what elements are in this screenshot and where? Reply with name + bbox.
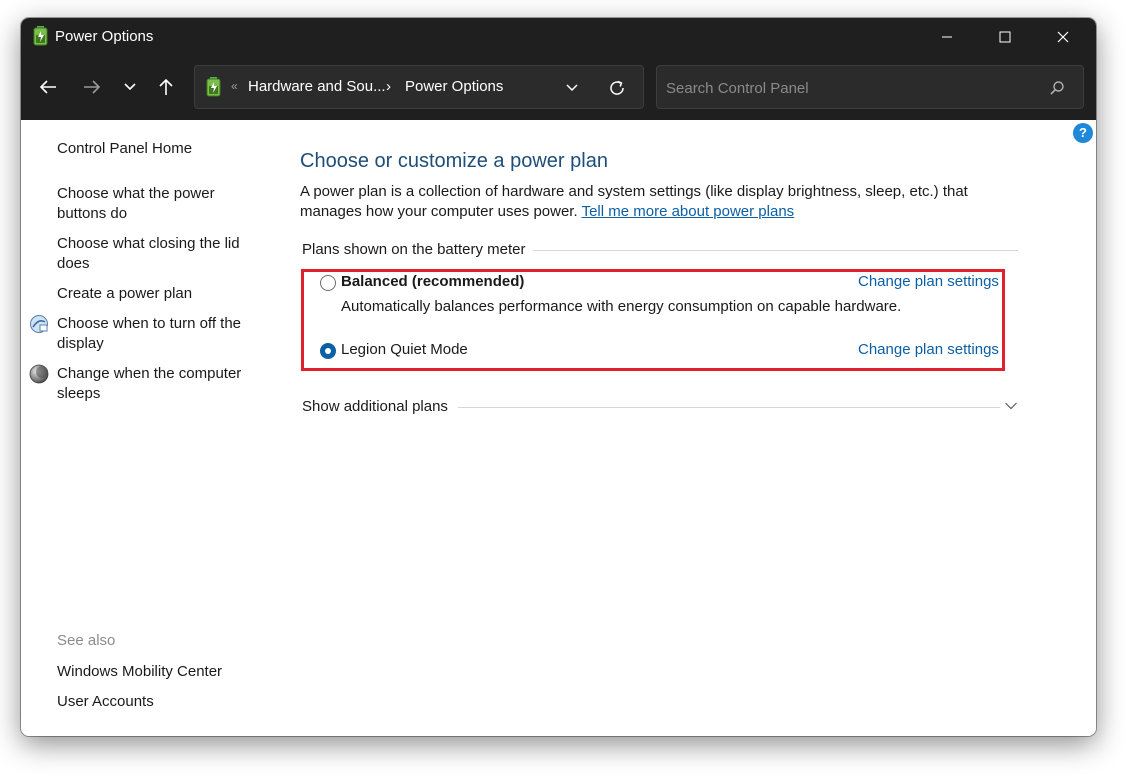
minimize-button[interactable]	[918, 18, 976, 55]
maximize-button[interactable]	[976, 18, 1034, 55]
maximize-icon	[999, 31, 1011, 42]
battery-app-icon	[33, 26, 48, 46]
display-power-icon	[30, 315, 48, 333]
plan-description-balanced: Automatically balances performance with …	[341, 298, 902, 315]
sleep-moon-icon	[29, 364, 49, 384]
plan-radio-legion-quiet[interactable]	[320, 343, 336, 359]
chevron-down-icon	[1005, 402, 1017, 410]
sidebar-item-power-buttons[interactable]: Choose what the power buttons do	[57, 184, 257, 224]
content-area: ? Control Panel Home Choose what the pow…	[21, 120, 1096, 736]
address-overflow-marker[interactable]: «	[231, 79, 238, 93]
change-plan-settings-legion-quiet[interactable]: Change plan settings	[858, 341, 999, 358]
arrow-left-icon	[39, 80, 56, 94]
search-button[interactable]	[1047, 78, 1067, 98]
plan-name-balanced[interactable]: Balanced (recommended)	[341, 273, 524, 290]
breadcrumb-hardware-and-sound[interactable]: Hardware and Sou...	[248, 78, 386, 95]
search-box[interactable]	[656, 65, 1084, 109]
forward-button[interactable]	[76, 71, 108, 103]
see-also-user-accounts[interactable]: User Accounts	[57, 692, 257, 712]
arrow-up-icon	[159, 78, 173, 95]
plan-name-legion-quiet[interactable]: Legion Quiet Mode	[341, 341, 468, 358]
back-button[interactable]	[32, 71, 64, 103]
learn-more-link[interactable]: Tell me more about power plans	[582, 203, 795, 220]
sidebar-item-control-panel-home[interactable]: Control Panel Home	[57, 139, 257, 159]
breadcrumb-power-options[interactable]: Power Options	[405, 78, 503, 95]
sidebar-item-closing-lid[interactable]: Choose what closing the lid does	[57, 234, 257, 274]
window-title: Power Options	[55, 28, 154, 45]
see-also-heading: See also	[57, 632, 116, 649]
sidebar-item-computer-sleeps[interactable]: Change when the computer sleeps	[57, 364, 257, 404]
address-bar[interactable]: « Hardware and Sou... › Power Options	[194, 65, 644, 109]
close-button[interactable]	[1034, 18, 1092, 55]
plans-section-label: Plans shown on the battery meter	[302, 241, 534, 258]
page-description: A power plan is a collection of hardware…	[300, 182, 1000, 222]
change-plan-settings-balanced[interactable]: Change plan settings	[858, 273, 999, 290]
title-bar: Power Options	[21, 18, 1096, 55]
show-additional-plans-label[interactable]: Show additional plans	[302, 398, 448, 415]
recent-locations-button[interactable]	[114, 71, 146, 103]
address-history-dropdown[interactable]	[560, 76, 584, 100]
refresh-icon	[610, 80, 624, 95]
refresh-button[interactable]	[605, 76, 629, 100]
search-icon	[1050, 81, 1064, 95]
battery-location-icon	[206, 77, 221, 97]
up-button[interactable]	[150, 71, 182, 103]
sidebar-item-create-plan[interactable]: Create a power plan	[57, 284, 257, 304]
breadcrumb-separator[interactable]: ›	[386, 78, 391, 95]
expand-additional-plans-button[interactable]	[1002, 397, 1020, 415]
help-button[interactable]: ?	[1073, 123, 1093, 143]
navigation-bar: « Hardware and Sou... › Power Options	[21, 55, 1096, 120]
page-title: Choose or customize a power plan	[300, 150, 608, 172]
search-input[interactable]	[666, 78, 1026, 98]
minimize-icon	[942, 36, 952, 37]
see-also-mobility-center[interactable]: Windows Mobility Center	[57, 662, 257, 682]
arrow-right-icon	[84, 80, 101, 94]
additional-plans-divider	[458, 407, 1000, 408]
plan-radio-balanced[interactable]	[320, 275, 336, 291]
power-options-window: Power Options « Hardware and Sou... › Po…	[21, 18, 1096, 736]
sidebar-item-turn-off-display[interactable]: Choose when to turn off the display	[57, 314, 257, 354]
close-icon	[1057, 31, 1069, 42]
chevron-down-icon	[124, 83, 136, 91]
chevron-down-icon	[566, 84, 578, 92]
